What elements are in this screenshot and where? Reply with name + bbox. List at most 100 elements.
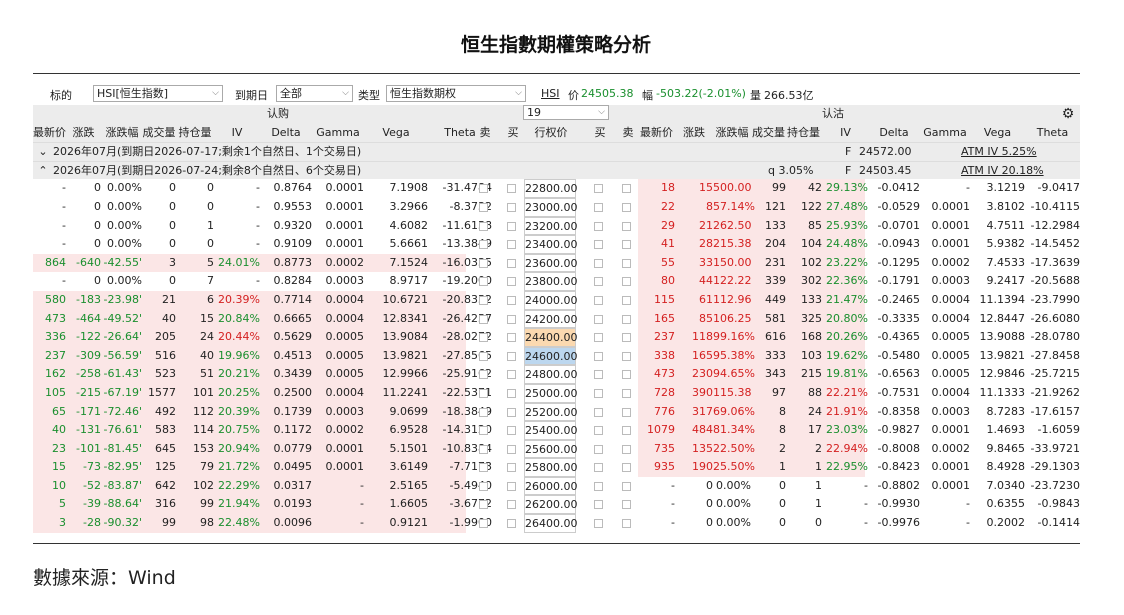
call-sell-checkbox[interactable] (479, 240, 488, 250)
put-buy-checkbox[interactable] (594, 333, 603, 343)
call-sell-checkbox[interactable] (479, 444, 488, 454)
put-sell-checkbox[interactable] (622, 333, 631, 343)
put-buy-checkbox[interactable] (594, 240, 603, 250)
put-sell-checkbox[interactable] (622, 351, 631, 361)
put-sell-checkbox[interactable] (622, 240, 631, 250)
call-sell-checkbox[interactable] (479, 221, 488, 231)
put-buy-checkbox[interactable] (594, 277, 603, 287)
call-buy-checkbox[interactable] (507, 444, 516, 454)
put-sell-checkbox[interactable] (622, 463, 631, 473)
put-gamma: - (966, 497, 970, 511)
expiry-group-row[interactable]: ⌃ 2026年07月(到期日2026-07-24;剩余8个自然日、6个交易日) q … (33, 160, 1080, 181)
put-sell-checkbox[interactable] (622, 221, 631, 231)
call-buy-checkbox[interactable] (507, 481, 516, 491)
put-sell-checkbox[interactable] (622, 407, 631, 417)
put-sell-checkbox[interactable] (622, 184, 631, 194)
put-buy-checkbox[interactable] (594, 370, 603, 380)
call-buy-checkbox[interactable] (507, 519, 516, 529)
put-buy-checkbox[interactable] (594, 481, 603, 491)
call-sell-checkbox[interactable] (479, 407, 488, 417)
type-select[interactable]: 恒生指数期权 ⌵ (386, 85, 526, 102)
settings-gear-icon[interactable]: ⚙ (1060, 105, 1076, 124)
put-buy-checkbox[interactable] (594, 407, 603, 417)
call-vega: 8.9717 (389, 274, 429, 288)
put-buy-checkbox[interactable] (594, 184, 603, 194)
call-sell-checkbox[interactable] (479, 333, 488, 343)
call-sell-checkbox[interactable] (479, 295, 488, 305)
expiry-group-row[interactable]: ⌄ 2026年07月(到期日2026-07-17;剩余1个自然日、1个交易日) F 2… (33, 142, 1080, 161)
chevron-up-icon[interactable]: ⌃ (37, 162, 49, 181)
call-sell-checkbox[interactable] (479, 202, 488, 212)
strike-count-select[interactable]: 19 ⌵ (523, 105, 609, 120)
call-buy-checkbox[interactable] (507, 463, 516, 473)
put-sell-checkbox[interactable] (622, 370, 631, 380)
put-buy-checkbox[interactable] (594, 221, 603, 231)
call-buy-checkbox[interactable] (507, 314, 516, 324)
call-buy-checkbox[interactable] (507, 426, 516, 436)
call-buy-checkbox[interactable] (507, 370, 516, 380)
call-sell-checkbox[interactable] (479, 184, 488, 194)
put-sell-checkbox[interactable] (622, 314, 631, 324)
put-theta: -1.6059 (1037, 423, 1080, 437)
put-buy-checkbox[interactable] (594, 500, 603, 510)
put-iv: 25.93% (826, 218, 868, 232)
put-sell-checkbox[interactable] (622, 295, 631, 305)
call-volume: 0 (169, 274, 176, 288)
put-sell-checkbox[interactable] (622, 258, 631, 268)
call-buy-checkbox[interactable] (507, 295, 516, 305)
call-change: -183 (76, 292, 101, 306)
put-change-pct: 106.25 (713, 311, 752, 325)
chevron-down-icon[interactable]: ⌄ (37, 143, 49, 162)
put-buy-checkbox[interactable] (594, 258, 603, 268)
put-sell-checkbox[interactable] (622, 519, 631, 529)
put-buy-checkbox[interactable] (594, 388, 603, 398)
put-buy-checkbox[interactable] (594, 295, 603, 305)
call-last: - (62, 237, 66, 251)
put-buy-checkbox[interactable] (594, 314, 603, 324)
put-sell-checkbox[interactable] (622, 202, 631, 212)
call-sell-checkbox[interactable] (479, 519, 488, 529)
call-buy-checkbox[interactable] (507, 258, 516, 268)
call-sell-checkbox[interactable] (479, 351, 488, 361)
call-buy-checkbox[interactable] (507, 202, 516, 212)
put-last: 728 (654, 385, 675, 399)
put-sell-checkbox[interactable] (622, 277, 631, 287)
call-sell-checkbox[interactable] (479, 258, 488, 268)
put-buy-checkbox[interactable] (594, 202, 603, 212)
forward-label: F (845, 163, 852, 177)
call-sell-checkbox[interactable] (479, 500, 488, 510)
put-buy-checkbox[interactable] (594, 519, 603, 529)
call-sell-checkbox[interactable] (479, 370, 488, 380)
underlying-select[interactable]: HSI[恒生指数] ⌵ (93, 85, 223, 102)
ticker-link[interactable]: HSI (541, 87, 560, 100)
call-last: 3 (59, 516, 66, 530)
put-buy-checkbox[interactable] (594, 463, 603, 473)
put-sell-checkbox[interactable] (622, 426, 631, 436)
put-volume: 0 (779, 497, 786, 511)
call-sell-checkbox[interactable] (479, 426, 488, 436)
put-vega: 0.6355 (986, 497, 1026, 511)
call-buy-checkbox[interactable] (507, 277, 516, 287)
call-sell-checkbox[interactable] (479, 277, 488, 287)
put-sell-checkbox[interactable] (622, 444, 631, 454)
put-sell-checkbox[interactable] (622, 500, 631, 510)
call-sell-checkbox[interactable] (479, 314, 488, 324)
call-buy-checkbox[interactable] (507, 407, 516, 417)
put-sell-checkbox[interactable] (622, 388, 631, 398)
call-sell-checkbox[interactable] (479, 481, 488, 491)
call-sell-checkbox[interactable] (479, 463, 488, 473)
call-buy-checkbox[interactable] (507, 388, 516, 398)
call-buy-checkbox[interactable] (507, 351, 516, 361)
put-buy-checkbox[interactable] (594, 351, 603, 361)
call-buy-checkbox[interactable] (507, 333, 516, 343)
call-buy-checkbox[interactable] (507, 221, 516, 231)
call-sell-checkbox[interactable] (479, 388, 488, 398)
expiry-select[interactable]: 全部 ⌵ (276, 85, 353, 102)
put-buy-checkbox[interactable] (594, 444, 603, 454)
call-buy-checkbox[interactable] (507, 500, 516, 510)
call-buy-checkbox[interactable] (507, 240, 516, 250)
call-delta: 0.9109 (273, 237, 313, 251)
put-buy-checkbox[interactable] (594, 426, 603, 436)
call-buy-checkbox[interactable] (507, 184, 516, 194)
put-sell-checkbox[interactable] (622, 481, 631, 491)
